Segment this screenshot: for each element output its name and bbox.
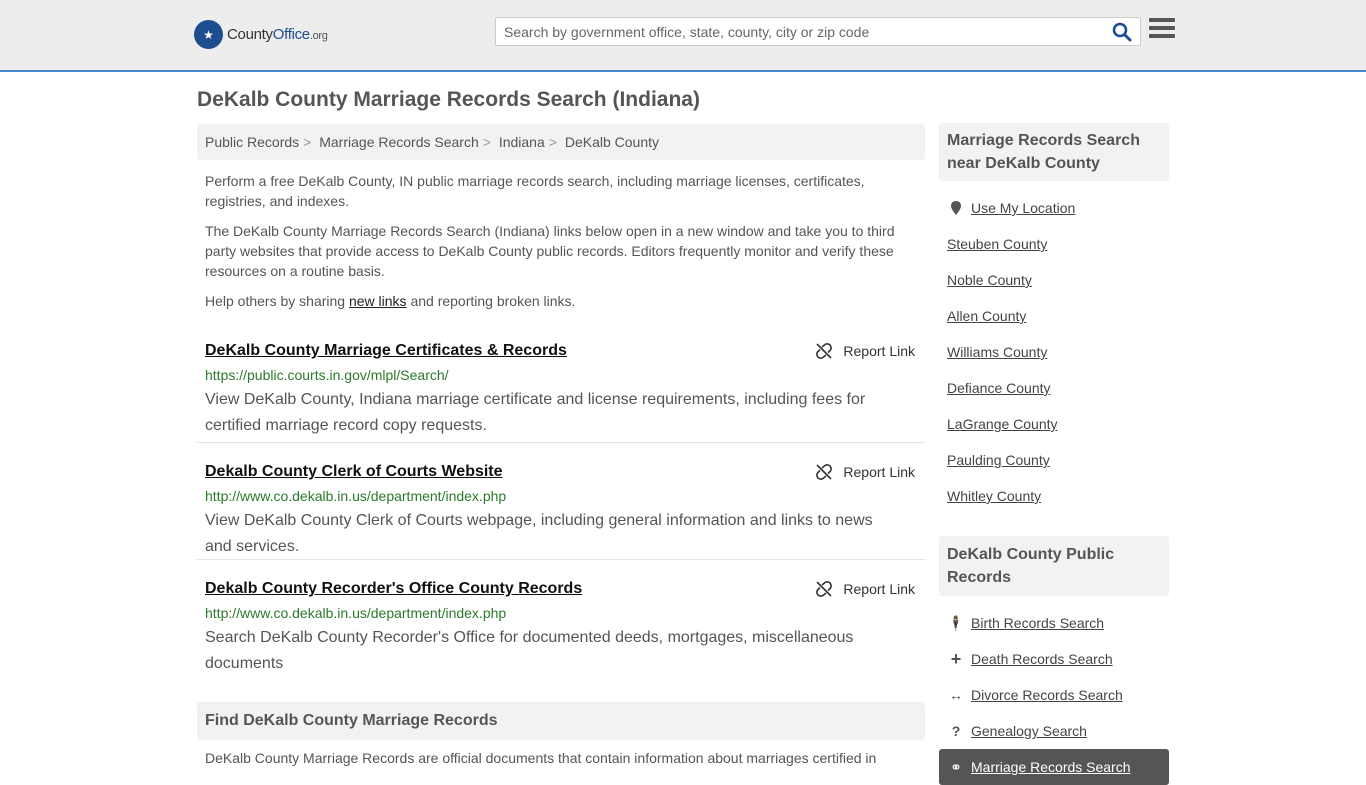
breadcrumb-marriage-records[interactable]: Marriage Records Search xyxy=(319,134,479,150)
result-description: View DeKalb County, Indiana marriage cer… xyxy=(205,391,866,434)
map-pin-icon xyxy=(947,199,965,217)
result-url: http://www.co.dekalb.in.us/department/in… xyxy=(205,605,507,621)
person-icon: 🕴 xyxy=(947,614,965,631)
result-url: http://www.co.dekalb.in.us/department/in… xyxy=(205,488,507,504)
nearby-county-link[interactable]: Defiance County xyxy=(947,380,1051,396)
arrows-icon: ↔ xyxy=(949,687,963,703)
sidebar-public-records: DeKalb County Public Records 🕴 Birth Reco… xyxy=(939,536,1169,785)
nearby-county-link[interactable]: Paulding County xyxy=(947,452,1050,468)
nearby-county-item[interactable]: Whitley County xyxy=(939,478,1169,514)
find-records-heading: Find DeKalb County Marriage Records xyxy=(197,702,925,740)
search-input[interactable] xyxy=(496,18,1096,45)
search-button[interactable] xyxy=(1112,22,1134,44)
site-logo[interactable]: ★ CountyOffice.org xyxy=(194,20,328,49)
search-icon xyxy=(1112,22,1132,42)
breadcrumb-current: DeKalb County xyxy=(564,134,660,150)
nearby-county-link[interactable]: LaGrange County xyxy=(947,416,1058,432)
public-record-item[interactable]: ? Genealogy Search xyxy=(939,713,1169,749)
nearby-county-item[interactable]: Williams County xyxy=(939,334,1169,370)
breadcrumb-separator: > xyxy=(548,134,557,150)
page-title: DeKalb County Marriage Records Search (I… xyxy=(197,88,700,111)
sidebar-heading: Marriage Records Search near DeKalb Coun… xyxy=(939,123,1169,181)
intro-paragraph: The DeKalb County Marriage Records Searc… xyxy=(205,223,895,279)
nearby-county-item[interactable]: LaGrange County xyxy=(939,406,1169,442)
rings-icon: ⚭ xyxy=(950,758,962,775)
public-record-item[interactable]: + Death Records Search xyxy=(939,641,1169,677)
new-links-link[interactable]: new links xyxy=(349,293,407,309)
nearby-county-link[interactable]: Noble County xyxy=(947,272,1032,288)
public-record-item-active[interactable]: ⚭ Marriage Records Search xyxy=(939,749,1169,785)
sidebar-nearby: Marriage Records Search near DeKalb Coun… xyxy=(939,123,1169,514)
genealogy-search-link[interactable]: Genealogy Search xyxy=(971,723,1087,739)
use-location-item[interactable]: Use My Location xyxy=(939,190,1169,226)
nearby-county-link[interactable]: Williams County xyxy=(947,344,1047,360)
result-url: https://public.courts.in.gov/mlpl/Search… xyxy=(205,367,449,383)
report-link-button[interactable]: Report Link xyxy=(816,464,915,480)
intro-paragraph: Perform a free DeKalb County, IN public … xyxy=(205,173,865,209)
nearby-county-item[interactable]: Steuben County xyxy=(939,226,1169,262)
results-list: DeKalb County Marriage Certificates & Re… xyxy=(197,326,925,677)
public-records-list: 🕴 Birth Records Search + Death Records Sea… xyxy=(939,605,1169,785)
breadcrumb-indiana[interactable]: Indiana xyxy=(499,134,545,150)
nearby-county-list: Use My Location Steuben County Noble Cou… xyxy=(939,190,1169,514)
question-icon: ? xyxy=(951,723,961,739)
divorce-records-link[interactable]: Divorce Records Search xyxy=(971,687,1123,703)
nearby-county-item[interactable]: Paulding County xyxy=(939,442,1169,478)
share-links-text: Help others by sharing new links and rep… xyxy=(205,293,576,309)
broken-link-icon xyxy=(816,464,833,480)
report-link-button[interactable]: Report Link xyxy=(816,581,915,597)
breadcrumb-separator: > xyxy=(482,134,491,150)
search-bar xyxy=(495,17,1141,46)
intro-text: Perform a free DeKalb County, IN public … xyxy=(197,171,925,311)
nearby-county-link[interactable]: Whitley County xyxy=(947,488,1041,504)
result-description: Search DeKalb County Recorder's Office f… xyxy=(205,629,854,672)
nearby-county-item[interactable]: Defiance County xyxy=(939,370,1169,406)
breadcrumb-separator: > xyxy=(303,134,312,150)
death-records-link[interactable]: Death Records Search xyxy=(971,651,1113,667)
nearby-county-item[interactable]: Allen County xyxy=(939,298,1169,334)
logo-text: CountyOffice.org xyxy=(227,26,328,43)
main-content: Public Records > Marriage Records Search >… xyxy=(197,124,925,677)
nearby-county-link[interactable]: Steuben County xyxy=(947,236,1047,252)
hamburger-menu-icon[interactable] xyxy=(1149,18,1175,42)
birth-records-link[interactable]: Birth Records Search xyxy=(971,615,1104,631)
public-record-item[interactable]: 🕴 Birth Records Search xyxy=(939,605,1169,641)
result-item: DeKalb County Marriage Certificates & Re… xyxy=(197,326,925,443)
result-title-link[interactable]: DeKalb County Marriage Certificates & Re… xyxy=(205,342,567,360)
result-title-link[interactable]: Dekalb County Clerk of Courts Website xyxy=(205,463,503,481)
result-title-link[interactable]: Dekalb County Recorder's Office County R… xyxy=(205,580,582,598)
broken-link-icon xyxy=(816,581,833,597)
marriage-records-link[interactable]: Marriage Records Search xyxy=(971,759,1131,775)
report-link-button[interactable]: Report Link xyxy=(816,343,915,359)
breadcrumb: Public Records > Marriage Records Search >… xyxy=(197,124,925,160)
sidebar-heading: DeKalb County Public Records xyxy=(939,536,1169,596)
cross-icon: + xyxy=(950,648,962,669)
broken-link-icon xyxy=(816,343,833,359)
site-header: ★ CountyOffice.org xyxy=(0,0,1366,72)
nearby-county-link[interactable]: Allen County xyxy=(947,308,1026,324)
nearby-county-item[interactable]: Noble County xyxy=(939,262,1169,298)
breadcrumb-public-records[interactable]: Public Records xyxy=(205,134,299,150)
result-item: Dekalb County Clerk of Courts Website Re… xyxy=(197,443,925,560)
logo-emblem-icon: ★ xyxy=(194,20,223,49)
result-item: Dekalb County Recorder's Office County R… xyxy=(197,560,925,677)
use-my-location-link[interactable]: Use My Location xyxy=(971,200,1075,216)
result-description: View DeKalb County Clerk of Courts webpa… xyxy=(205,512,873,555)
public-record-item[interactable]: ↔ Divorce Records Search xyxy=(939,677,1169,713)
find-records-description: DeKalb County Marriage Records are offic… xyxy=(205,750,877,766)
